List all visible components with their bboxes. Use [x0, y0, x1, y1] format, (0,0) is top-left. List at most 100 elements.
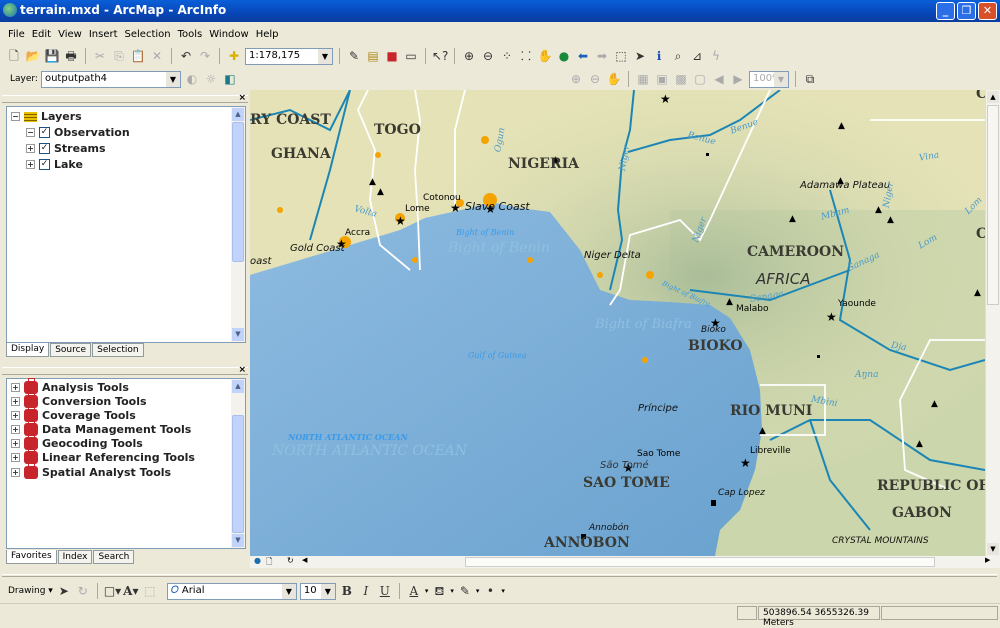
- map-scale-combo[interactable]: 1:178,175 ▼: [245, 47, 333, 65]
- rotate-icon[interactable]: ↻: [75, 583, 91, 599]
- arccatalog-icon[interactable]: ▤: [365, 48, 381, 64]
- layout-view-icon[interactable]: 🗋: [266, 556, 272, 570]
- font-size-select[interactable]: 10 ▼: [299, 582, 336, 600]
- line-color-icon[interactable]: ✎: [457, 583, 473, 599]
- toc-scrollbar[interactable]: ▲ ▼: [231, 107, 245, 342]
- arctoolbox-icon[interactable]: ■: [384, 48, 400, 64]
- underline-button[interactable]: U: [377, 583, 393, 599]
- scroll-up-icon[interactable]: ▲: [232, 108, 244, 121]
- horizontal-scroll-thumb[interactable]: [465, 557, 935, 567]
- expand-icon[interactable]: +: [26, 144, 35, 153]
- layer-select[interactable]: outputpath4 ▼: [40, 70, 181, 88]
- chevron-down-icon[interactable]: ▼: [320, 583, 335, 599]
- expand-icon[interactable]: +: [11, 397, 20, 406]
- scroll-down-icon[interactable]: ▼: [232, 534, 244, 547]
- forward-icon[interactable]: ➡: [594, 48, 610, 64]
- toolbox-scrollbar[interactable]: ▲ ▼: [231, 379, 245, 548]
- tab-selection[interactable]: Selection: [92, 343, 144, 357]
- select-features-icon[interactable]: ⬚: [613, 48, 629, 64]
- toolbox-data-management-tools[interactable]: + Data Management Tools: [11, 420, 191, 436]
- command-line-icon[interactable]: ▭: [403, 48, 419, 64]
- menu-tools[interactable]: Tools: [178, 29, 203, 40]
- save-icon[interactable]: 💾: [44, 48, 60, 64]
- brightness-icon[interactable]: ☼: [203, 71, 219, 87]
- minimize-button[interactable]: _: [936, 2, 955, 20]
- menu-help[interactable]: Help: [256, 29, 279, 40]
- expand-icon[interactable]: +: [11, 453, 20, 462]
- layout-back-icon[interactable]: ◀: [711, 71, 727, 87]
- layout-zoom-out-icon[interactable]: ⊖: [587, 71, 603, 87]
- expand-icon[interactable]: +: [26, 160, 35, 169]
- scroll-down-icon[interactable]: ▼: [232, 328, 244, 341]
- map-display[interactable]: ★ ★ ★ ★ ★ ★ ★ ★ ★ ▲ ▲ ▲ ▲ ▲ ▲ ▲ ▲ ▲ ▲ ▲ ▲ ▲ RY COAST TOGO G…: [250, 90, 985, 556]
- back-icon[interactable]: ⬅: [575, 48, 591, 64]
- chevron-down-icon[interactable]: ▼: [281, 583, 296, 599]
- whats-this-icon[interactable]: ↖?: [432, 48, 448, 64]
- fixed-zoom-in-icon[interactable]: ⁘: [499, 48, 515, 64]
- layer-checkbox[interactable]: ✓: [39, 159, 50, 170]
- cut-icon[interactable]: ✂: [92, 48, 108, 64]
- menu-file[interactable]: File: [8, 29, 25, 40]
- find-icon[interactable]: ⌕: [670, 48, 686, 64]
- fixed-zoom-out-layout-icon[interactable]: ▢: [692, 71, 708, 87]
- zoom-100-icon[interactable]: ▣: [654, 71, 670, 87]
- expand-icon[interactable]: +: [11, 425, 20, 434]
- toolbox-grip[interactable]: ×: [2, 365, 248, 375]
- layout-zoom-combo[interactable]: 100% ▼: [749, 70, 789, 88]
- tab-search[interactable]: Search: [93, 550, 135, 564]
- hyperlink-icon[interactable]: ϟ: [708, 48, 724, 64]
- text-icon[interactable]: A▾: [123, 583, 139, 599]
- close-icon[interactable]: ×: [238, 365, 246, 375]
- undo-icon[interactable]: ↶: [178, 48, 194, 64]
- scroll-thumb[interactable]: [987, 105, 999, 305]
- drawing-menu[interactable]: Drawing ▾: [8, 586, 53, 596]
- expand-icon[interactable]: +: [11, 411, 20, 420]
- expand-icon[interactable]: +: [11, 383, 20, 392]
- layout-pan-icon[interactable]: ✋: [606, 71, 622, 87]
- scroll-up-icon[interactable]: ▲: [232, 380, 244, 393]
- fixed-zoom-out-icon[interactable]: ⸬: [518, 48, 534, 64]
- menu-edit[interactable]: Edit: [32, 29, 51, 40]
- layer-checkbox[interactable]: ✓: [39, 127, 50, 138]
- collapse-icon[interactable]: −: [11, 112, 20, 121]
- menu-window[interactable]: Window: [209, 29, 248, 40]
- toolbox-spatial-analyst-tools[interactable]: + Spatial Analyst Tools: [11, 463, 171, 479]
- menu-insert[interactable]: Insert: [89, 29, 118, 40]
- scroll-down-icon[interactable]: ▼: [987, 543, 999, 555]
- toc-layer-lake[interactable]: + ✓ Lake: [26, 158, 83, 171]
- identify-icon[interactable]: ℹ: [651, 48, 667, 64]
- map-vertical-scrollbar[interactable]: ▲ ▼: [985, 90, 1000, 556]
- refresh-icon[interactable]: ↻: [287, 556, 294, 565]
- zoom-in-icon[interactable]: ⊕: [461, 48, 477, 64]
- menu-view[interactable]: View: [58, 29, 82, 40]
- pan-icon[interactable]: ✋: [537, 48, 553, 64]
- edit-vertices-icon[interactable]: ⬚: [142, 583, 158, 599]
- chevron-down-icon[interactable]: ▼: [318, 48, 332, 64]
- tab-index[interactable]: Index: [57, 550, 93, 564]
- zoom-whole-page-icon[interactable]: ▦: [635, 71, 651, 87]
- new-icon[interactable]: 🗋: [6, 48, 22, 64]
- fill-color-icon[interactable]: ⛾: [431, 583, 447, 599]
- close-button[interactable]: ✕: [978, 2, 997, 20]
- tab-favorites[interactable]: Favorites: [6, 550, 57, 564]
- editor-icon[interactable]: ✎: [346, 48, 362, 64]
- transparency-icon[interactable]: ◧: [222, 71, 238, 87]
- tab-display[interactable]: Display: [6, 343, 50, 357]
- select-elements-icon[interactable]: ➤: [632, 48, 648, 64]
- paste-icon[interactable]: 📋: [130, 48, 146, 64]
- marker-color-icon[interactable]: •: [482, 583, 498, 599]
- scroll-up-icon[interactable]: ▲: [987, 91, 999, 103]
- layout-zoom-in-icon[interactable]: ⊕: [568, 71, 584, 87]
- font-select[interactable]: 𝑂 Arial ▼: [166, 582, 297, 600]
- toc-layer-observation[interactable]: − ✓ Observation: [26, 126, 130, 139]
- scroll-thumb[interactable]: [232, 122, 244, 262]
- chevron-down-icon[interactable]: ▼: [165, 71, 180, 87]
- full-extent-icon[interactable]: ●: [556, 48, 572, 64]
- tab-source[interactable]: Source: [50, 343, 92, 357]
- print-icon[interactable]: 🖶: [63, 48, 79, 64]
- scroll-left-icon[interactable]: ◀: [302, 556, 307, 564]
- bold-button[interactable]: B: [339, 583, 355, 599]
- copy-icon[interactable]: ⎘: [111, 48, 127, 64]
- toc-layer-streams[interactable]: + ✓ Streams: [26, 142, 106, 155]
- maximize-button[interactable]: ❐: [957, 2, 976, 20]
